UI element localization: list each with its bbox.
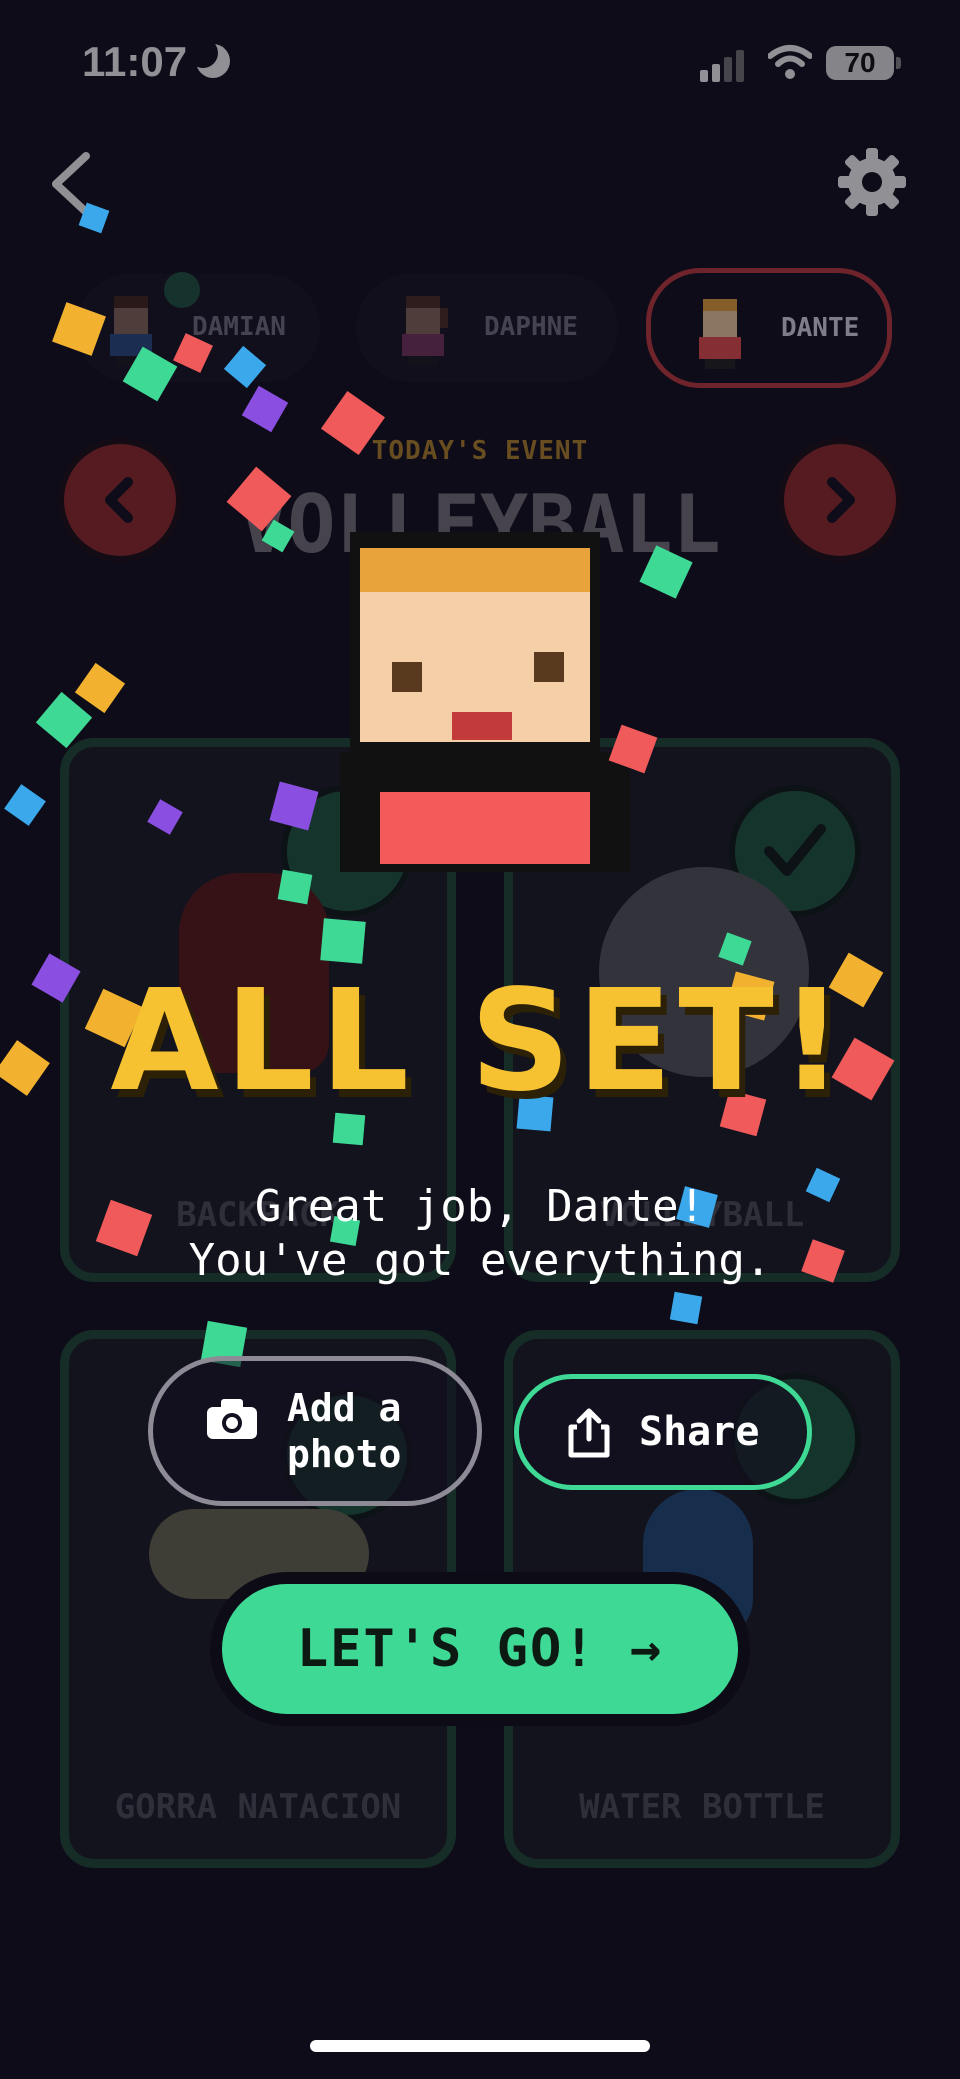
share-label: Share [639,1409,760,1455]
confetti-piece [669,1291,703,1325]
all-set-title: ALL SET! [110,960,850,1123]
share-button[interactable]: Share [514,1374,812,1490]
confetti-piece [277,869,313,905]
add-photo-button[interactable]: Add a photo [148,1356,482,1506]
camera-icon [207,1399,257,1439]
lets-go-button[interactable]: LET'S GO! → [222,1584,738,1714]
add-photo-label: Add a photo [287,1386,402,1476]
celebration-message: Great job, Dante! You've got everything. [188,1181,772,1286]
share-icon [568,1408,610,1458]
confetti-piece [320,918,366,964]
celebration-avatar [340,532,630,872]
home-indicator [310,2040,650,2052]
